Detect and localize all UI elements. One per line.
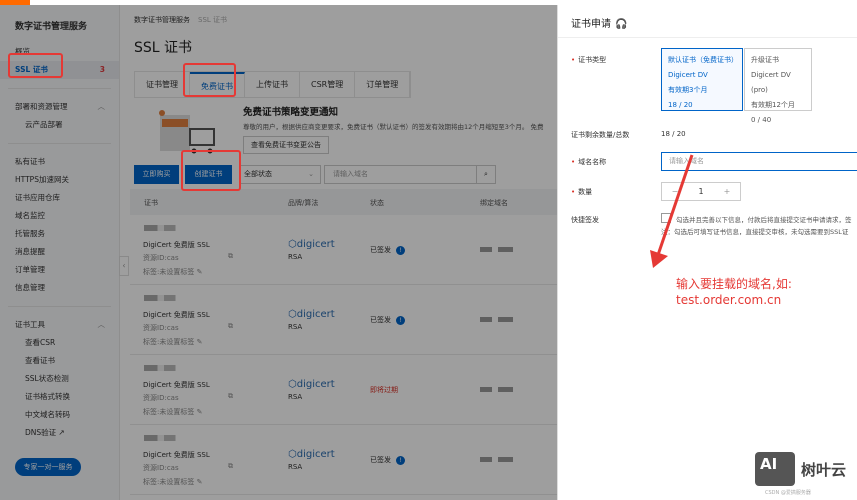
- cert-apply-drawer: 证书申请 🎧 • 证书类型 默认证书（免费证书） Digicert DV 有效期3个…: [557, 5, 857, 500]
- card-validity: 有效期3个月: [668, 86, 708, 94]
- remaining-value: 18 / 20: [661, 130, 686, 138]
- annotation-text: 输入要挂载的域名,如: test.order.com.cn: [676, 277, 792, 307]
- highlight-box: [181, 150, 241, 191]
- red-arrow-annotation: [650, 154, 694, 268]
- drawer-title: 证书申请: [571, 19, 611, 30]
- cert-type-card-upgrade[interactable]: 升级证书 Digicert DV (pro) 有效期12个月 0 / 40: [744, 48, 812, 124]
- highlight-box: [183, 63, 236, 97]
- highlight-box: [8, 53, 63, 78]
- card-validity: 有效期12个月: [751, 101, 795, 109]
- quantity-label: • 数量: [571, 188, 593, 196]
- remaining-label: 证书剩余数量/总数: [571, 131, 630, 139]
- watermark-logo: AI: [755, 452, 795, 486]
- domain-label: • 域名名称: [571, 158, 607, 166]
- increment-button[interactable]: +: [714, 183, 740, 200]
- quick-issue-label: 快捷签发: [571, 216, 599, 224]
- drawer-header: 证书申请 🎧: [558, 5, 857, 38]
- watermark: AI 树叶云: [755, 452, 846, 486]
- cert-type-label: • 证书类型: [571, 56, 607, 64]
- card-quota: 18 / 20: [668, 101, 693, 109]
- card-brand: Digicert DV: [668, 71, 708, 79]
- quick-issue-text: 勾选并且完善以下信息，付款后将直接提交证书申请请求，签: [676, 216, 852, 224]
- watermark-name: 树叶云: [801, 460, 847, 479]
- cert-type-card-free[interactable]: 默认证书（免费证书） Digicert DV 有效期3个月 18 / 20: [661, 48, 743, 111]
- headset-icon[interactable]: 🎧: [615, 19, 627, 30]
- card-brand: Digicert DV (pro): [751, 71, 791, 94]
- csdn-watermark: CSDN @爱搞服务器: [765, 490, 811, 496]
- modal-overlay[interactable]: [0, 5, 557, 500]
- card-title: 默认证书（免费证书）: [668, 56, 738, 64]
- card-quota: 0 / 40: [751, 116, 772, 124]
- card-title: 升级证书: [751, 56, 779, 64]
